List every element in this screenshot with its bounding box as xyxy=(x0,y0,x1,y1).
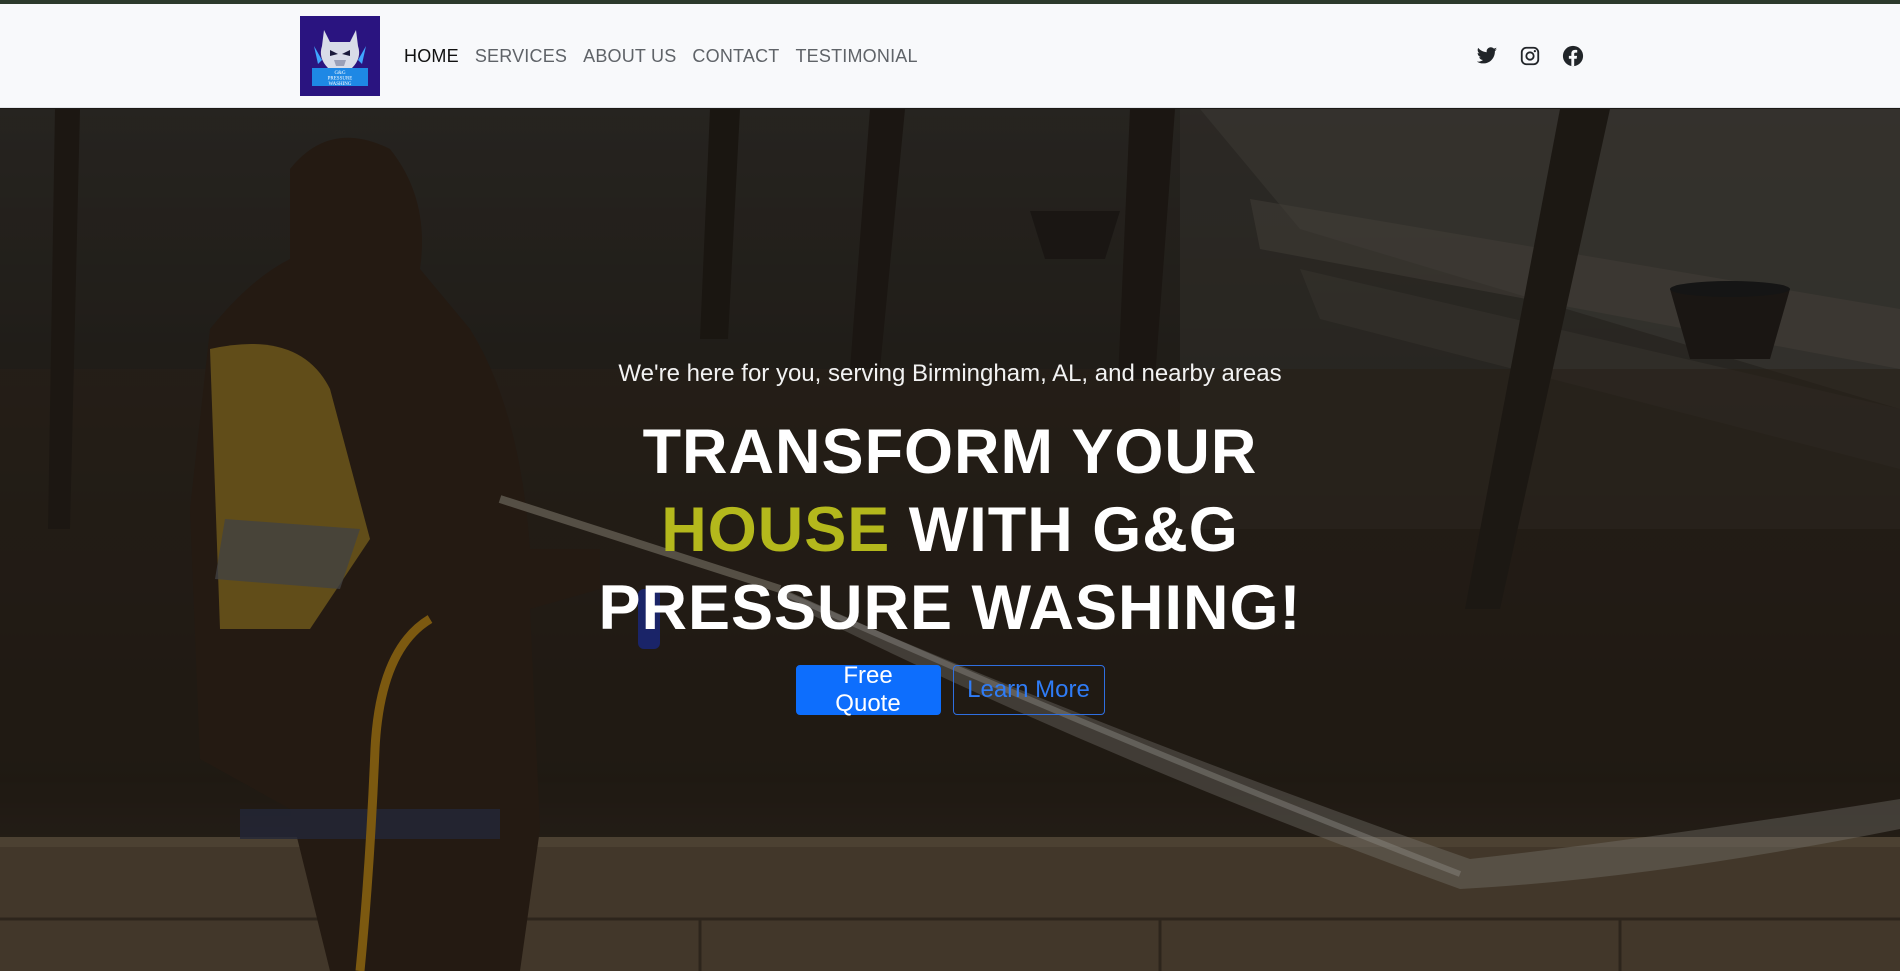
nav-services[interactable]: SERVICES xyxy=(475,46,567,67)
facebook-icon[interactable] xyxy=(1562,45,1584,67)
logo-emblem-icon: G&G PRESSURE WASHING xyxy=(300,16,380,96)
nav-testimonial[interactable]: TESTIMONIAL xyxy=(795,46,917,67)
navbar: G&G PRESSURE WASHING HOME SERVICES ABOUT… xyxy=(0,4,1900,108)
hero-content: We're here for you, serving Birmingham, … xyxy=(0,109,1900,971)
twitter-icon[interactable] xyxy=(1476,45,1498,67)
hero-subtitle: We're here for you, serving Birmingham, … xyxy=(618,360,1282,387)
brand-logo[interactable]: G&G PRESSURE WASHING xyxy=(300,16,380,96)
social-links xyxy=(1476,4,1584,108)
learn-more-button[interactable]: Learn More xyxy=(952,665,1105,715)
nav-home[interactable]: HOME xyxy=(404,46,459,67)
instagram-icon[interactable] xyxy=(1519,45,1541,67)
logo-text-1: G&G xyxy=(334,71,346,76)
hero-title-accent: HOUSE xyxy=(661,495,891,565)
hero-buttons: Free Quote Learn More xyxy=(0,662,1900,717)
main-nav: HOME SERVICES ABOUT US CONTACT TESTIMONI… xyxy=(404,4,934,108)
hero-title-part1: TRANSFORM YOUR xyxy=(642,417,1258,487)
logo-text-2: PRESSURE xyxy=(328,77,353,82)
free-quote-button[interactable]: Free Quote xyxy=(795,662,941,717)
hero-title: TRANSFORM YOUR HOUSE WITH G&G PRESSURE W… xyxy=(530,413,1370,647)
logo-text-3: WASHING xyxy=(328,82,351,87)
nav-about-us[interactable]: ABOUT US xyxy=(583,46,676,67)
nav-contact[interactable]: CONTACT xyxy=(692,46,779,67)
hero-section: We're here for you, serving Birmingham, … xyxy=(0,109,1900,971)
